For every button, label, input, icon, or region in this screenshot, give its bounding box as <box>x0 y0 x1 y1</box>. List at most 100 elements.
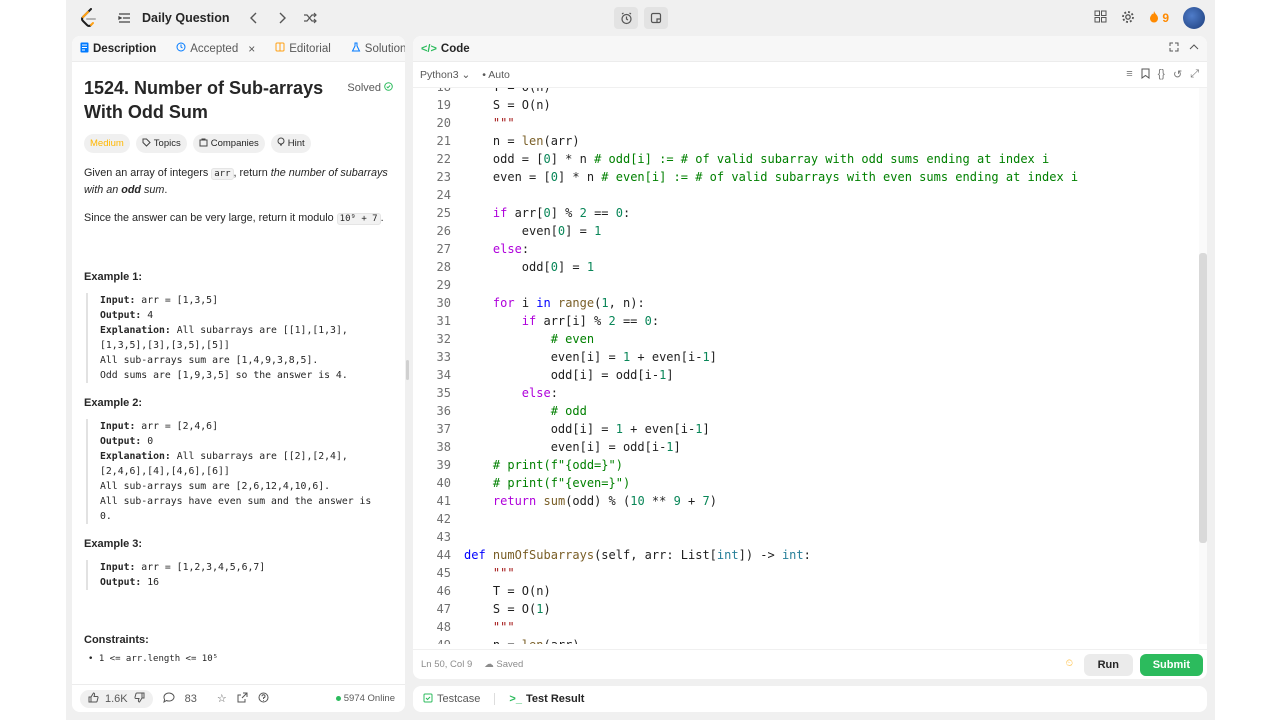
code-text[interactable]: return sum(odd) % (10 ** 9 + 7) <box>464 492 717 510</box>
code-line[interactable]: 38 even[i] = odd[i-1] <box>413 438 1193 456</box>
code-text[interactable]: if arr[i] % 2 == 0: <box>464 312 659 330</box>
code-text[interactable]: for i in range(1, n): <box>464 294 645 312</box>
streak-counter[interactable]: 9 <box>1149 10 1169 26</box>
grid-icon[interactable] <box>1094 10 1107 26</box>
tab-solutions[interactable]: Solutions <box>351 42 405 55</box>
scrollbar-thumb[interactable] <box>1199 253 1207 543</box>
code-line[interactable]: 24 <box>413 186 1193 204</box>
timer-small-icon[interactable]: ⏲ <box>1066 658 1073 669</box>
code-text[interactable]: T = O(n) <box>464 582 551 600</box>
code-line[interactable]: 40 # print(f"{even=}") <box>413 474 1193 492</box>
chevron-right-icon[interactable] <box>272 8 292 28</box>
chevron-up-icon[interactable] <box>1189 42 1199 55</box>
auto-mode[interactable]: • Auto <box>482 69 510 81</box>
companies-chip[interactable]: Companies <box>192 134 265 153</box>
code-text[interactable]: odd = [0] * n # odd[i] := # of valid sub… <box>464 150 1049 168</box>
code-line[interactable]: 20 """ <box>413 114 1193 132</box>
code-line[interactable]: 22 odd = [0] * n # odd[i] := # of valid … <box>413 150 1193 168</box>
code-line[interactable]: 33 even[i] = 1 + even[i-1] <box>413 348 1193 366</box>
tab-editorial[interactable]: Editorial <box>275 42 331 55</box>
code-text[interactable]: """ <box>464 114 515 132</box>
topics-chip[interactable]: Topics <box>135 134 187 153</box>
fullscreen-icon[interactable]: ⤢ <box>1190 68 1199 82</box>
code-text[interactable]: else: <box>464 240 529 258</box>
comment-icon[interactable] <box>162 692 175 706</box>
tab-test-result[interactable]: >_ Test Result <box>509 693 584 705</box>
leetcode-logo-icon[interactable] <box>80 8 98 28</box>
code-line[interactable]: 26 even[0] = 1 <box>413 222 1193 240</box>
code-text[interactable]: even[i] = 1 + even[i-1] <box>464 348 717 366</box>
code-line[interactable]: 46 T = O(n) <box>413 582 1193 600</box>
code-text[interactable]: odd[i] = 1 + even[i-1] <box>464 420 710 438</box>
code-text[interactable]: n = len(arr) <box>464 636 580 644</box>
code-text[interactable]: else: <box>464 384 558 402</box>
code-text[interactable]: even = [0] * n # even[i] := # of valid s… <box>464 168 1078 186</box>
code-text[interactable]: even[0] = 1 <box>464 222 602 240</box>
comment-count[interactable]: 83 <box>185 693 197 705</box>
code-line[interactable]: 21 n = len(arr) <box>413 132 1193 150</box>
reset-icon[interactable]: ↺ <box>1173 68 1182 82</box>
thumbs-down-icon[interactable] <box>134 692 145 706</box>
code-text[interactable]: # even <box>464 330 594 348</box>
code-text[interactable]: odd[i] = odd[i-1] <box>464 366 674 384</box>
code-text[interactable]: T = O(n) <box>464 88 551 96</box>
code-line[interactable]: 45 """ <box>413 564 1193 582</box>
code-line[interactable]: 44 def numOfSubarrays(self, arr: List[int… <box>413 546 1193 564</box>
format-icon[interactable]: ≡ <box>1126 68 1132 82</box>
code-line[interactable]: 28 odd[0] = 1 <box>413 258 1193 276</box>
close-icon[interactable]: × <box>248 42 255 56</box>
code-text[interactable]: # print(f"{odd=}") <box>464 456 623 474</box>
code-line[interactable]: 25 if arr[0] % 2 == 0: <box>413 204 1193 222</box>
code-line[interactable]: 30 for i in range(1, n): <box>413 294 1193 312</box>
share-icon[interactable] <box>237 692 248 706</box>
notes-icon[interactable] <box>644 7 668 29</box>
thumbs-up-icon[interactable] <box>88 691 99 706</box>
code-line[interactable]: 42 <box>413 510 1193 528</box>
tab-description[interactable]: Description <box>80 42 156 56</box>
language-select[interactable]: Python3 ⌄ <box>420 69 470 81</box>
code-line[interactable]: 48 """ <box>413 618 1193 636</box>
code-text[interactable]: # print(f"{even=}") <box>464 474 630 492</box>
code-line[interactable]: 29 <box>413 276 1193 294</box>
gear-icon[interactable] <box>1121 10 1135 27</box>
code-text[interactable]: S = O(n) <box>464 96 551 114</box>
code-text[interactable]: def numOfSubarrays(self, arr: List[int])… <box>464 546 811 564</box>
code-line[interactable]: 39 # print(f"{odd=}") <box>413 456 1193 474</box>
code-line[interactable]: 27 else: <box>413 240 1193 258</box>
page-title[interactable]: 1524. Number of Sub-arrays With Odd Sum <box>84 76 334 124</box>
code-text[interactable]: odd[0] = 1 <box>464 258 594 276</box>
code-text[interactable]: S = O(1) <box>464 600 551 618</box>
code-text[interactable]: """ <box>464 564 515 582</box>
expand-icon[interactable] <box>1169 42 1179 55</box>
hint-chip[interactable]: Hint <box>270 134 311 153</box>
braces-icon[interactable]: {} <box>1158 68 1165 82</box>
code-line[interactable]: 35 else: <box>413 384 1193 402</box>
shuffle-icon[interactable] <box>300 8 320 28</box>
list-icon[interactable] <box>114 8 134 28</box>
code-line[interactable]: 18 T = O(n) <box>413 88 1193 96</box>
code-text[interactable]: # odd <box>464 402 587 420</box>
tab-accepted[interactable]: Accepted × <box>176 42 255 56</box>
code-editor[interactable]: 18 T = O(n)19 S = O(n)20 """21 n = len(a… <box>413 88 1199 644</box>
code-line[interactable]: 41 return sum(odd) % (10 ** 9 + 7) <box>413 492 1193 510</box>
code-text[interactable]: even[i] = odd[i-1] <box>464 438 681 456</box>
code-line[interactable]: 49 n = len(arr) <box>413 636 1193 644</box>
daily-question-link[interactable]: Daily Question <box>142 11 230 25</box>
tab-testcase[interactable]: Testcase <box>423 693 480 706</box>
code-line[interactable]: 37 odd[i] = 1 + even[i-1] <box>413 420 1193 438</box>
code-line[interactable]: 19 S = O(n) <box>413 96 1193 114</box>
bookmark-icon[interactable] <box>1141 68 1150 82</box>
code-line[interactable]: 23 even = [0] * n # even[i] := # of vali… <box>413 168 1193 186</box>
chevron-left-icon[interactable] <box>244 8 264 28</box>
timer-icon[interactable] <box>614 7 638 29</box>
code-text[interactable]: if arr[0] % 2 == 0: <box>464 204 630 222</box>
submit-button[interactable]: Submit <box>1139 654 1203 676</box>
help-icon[interactable] <box>258 692 269 706</box>
code-line[interactable]: 34 odd[i] = odd[i-1] <box>413 366 1193 384</box>
editor-scrollbar[interactable] <box>1199 88 1207 644</box>
code-line[interactable]: 47 S = O(1) <box>413 600 1193 618</box>
code-line[interactable]: 31 if arr[i] % 2 == 0: <box>413 312 1193 330</box>
avatar[interactable] <box>1183 7 1205 29</box>
code-line[interactable]: 32 # even <box>413 330 1193 348</box>
code-line[interactable]: 43 <box>413 528 1193 546</box>
